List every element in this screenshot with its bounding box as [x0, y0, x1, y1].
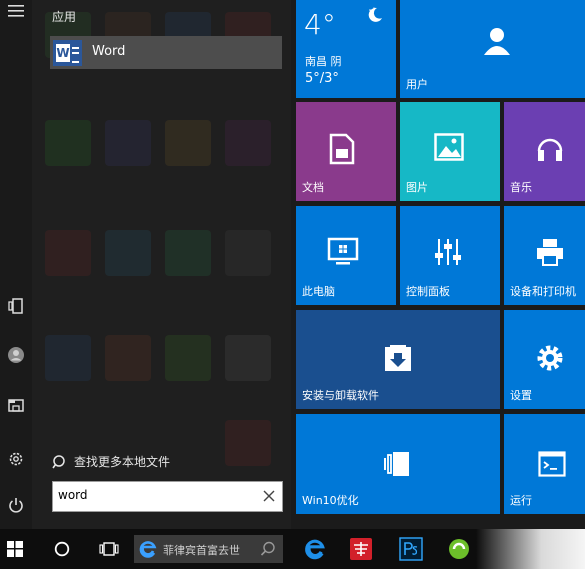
user-icon: [480, 24, 514, 58]
document-icon: [326, 132, 358, 166]
run-tile-label: 运行: [510, 494, 532, 507]
control-panel-tile[interactable]: 控制面板: [400, 206, 500, 305]
start-menu-left-panel: [0, 0, 291, 529]
word-app-result[interactable]: W Word: [50, 36, 282, 69]
background-app-icon: [105, 230, 151, 276]
control-panel-tile-label: 控制面板: [406, 285, 450, 298]
start-button[interactable]: [0, 529, 30, 569]
youdao-taskbar-button[interactable]: [344, 529, 378, 569]
pictures-tile-label: 图片: [406, 181, 428, 194]
search-input[interactable]: [58, 488, 248, 502]
gear-icon: [534, 342, 566, 374]
background-app-icon: [45, 120, 91, 166]
weather-range: 5°/3°: [305, 71, 339, 86]
power-icon[interactable]: [5, 494, 27, 516]
gear-icon[interactable]: [5, 448, 27, 470]
background-app-icon: [165, 120, 211, 166]
background-app-icon: [165, 335, 211, 381]
weather-temperature: 4°: [304, 8, 336, 41]
user-avatar-icon[interactable]: [5, 344, 27, 366]
start-menu-rail: [0, 0, 32, 529]
search-more-label: 查找更多本地文件: [74, 455, 171, 469]
settings-tile-label: 设置: [510, 389, 532, 402]
search-icon: [52, 454, 65, 468]
run-tile[interactable]: 运行: [504, 414, 585, 514]
install-uninstall-tile-label: 安装与卸载软件: [302, 389, 379, 402]
tablet-mode-icon[interactable]: [5, 295, 27, 317]
background-app-icon: [225, 120, 271, 166]
task-view-icon: [99, 542, 119, 556]
background-app-icon: [45, 335, 91, 381]
edge-taskbar-button[interactable]: [298, 529, 332, 569]
taskbar-search-text: 菲律宾首富去世: [163, 544, 240, 557]
taskbar-search-box[interactable]: 菲律宾首富去世: [134, 535, 283, 563]
edge-e-icon: [139, 541, 157, 558]
background-app-icon: [165, 230, 211, 276]
pictures-tile[interactable]: 图片: [400, 102, 500, 201]
search-icon: [260, 541, 275, 556]
background-app-icon: [225, 335, 271, 381]
run-icon: [536, 448, 568, 480]
hamburger-icon[interactable]: [5, 0, 27, 22]
win10-optimize-tile-label: Win10优化: [302, 494, 359, 507]
background-app-icon: [105, 335, 151, 381]
devices-printers-tile-label: 设备和打印机: [510, 285, 576, 298]
background-app-icon: [105, 120, 151, 166]
edge-browser-icon: [305, 539, 325, 560]
green-circle-app-icon: [449, 539, 469, 559]
word-app-label: Word: [92, 44, 126, 59]
printer-icon: [534, 236, 566, 268]
background-app-icon: [225, 420, 271, 466]
install-uninstall-tile[interactable]: 安装与卸载软件: [296, 310, 500, 409]
documents-tile[interactable]: 文档: [296, 102, 396, 201]
headphones-icon: [534, 132, 566, 164]
settings-tile[interactable]: 设置: [504, 310, 585, 409]
computer-icon: [326, 236, 360, 268]
documents-tile-label: 文档: [302, 181, 324, 194]
optimize-icon: [382, 448, 414, 480]
music-tile[interactable]: 音乐: [504, 102, 585, 201]
win10-optimize-tile[interactable]: Win10优化: [296, 414, 500, 514]
start-search-box[interactable]: [52, 481, 283, 512]
taskbar: 菲律宾首富去世: [0, 529, 585, 569]
background-app-icon: [45, 230, 91, 276]
apps-section-header: 应用: [52, 10, 77, 24]
weather-city: 南昌 阴: [305, 55, 342, 68]
taskbar-overflow-fade: [476, 529, 585, 569]
music-tile-label: 音乐: [510, 181, 532, 194]
windows-logo-icon: [7, 541, 23, 557]
cortana-button[interactable]: [46, 529, 78, 569]
task-view-button[interactable]: [92, 529, 126, 569]
weather-tile[interactable]: 4° 南昌 阴 5°/3°: [296, 0, 396, 98]
devices-printers-tile[interactable]: 设备和打印机: [504, 206, 585, 305]
photoshop-taskbar-button[interactable]: [394, 529, 428, 569]
user-tile-label: 用户: [406, 78, 428, 91]
background-app-icon: [225, 230, 271, 276]
install-icon: [382, 342, 414, 374]
this-pc-tile-label: 此电脑: [302, 285, 335, 298]
app-green-taskbar-button[interactable]: [442, 529, 476, 569]
cortana-circle-icon: [54, 541, 70, 557]
picture-icon: [432, 132, 466, 162]
file-explorer-icon[interactable]: [5, 394, 27, 416]
this-pc-tile[interactable]: 此电脑: [296, 206, 396, 305]
moon-icon: [368, 7, 382, 22]
clear-search-button[interactable]: [262, 489, 276, 503]
search-more-local-files[interactable]: 查找更多本地文件: [52, 453, 170, 470]
word-app-icon: W: [53, 40, 82, 66]
user-tile[interactable]: 用户: [400, 0, 585, 98]
close-icon: [263, 490, 275, 502]
photoshop-app-icon: [399, 537, 423, 561]
youdao-app-icon: [350, 538, 372, 560]
sliders-icon: [432, 236, 464, 268]
